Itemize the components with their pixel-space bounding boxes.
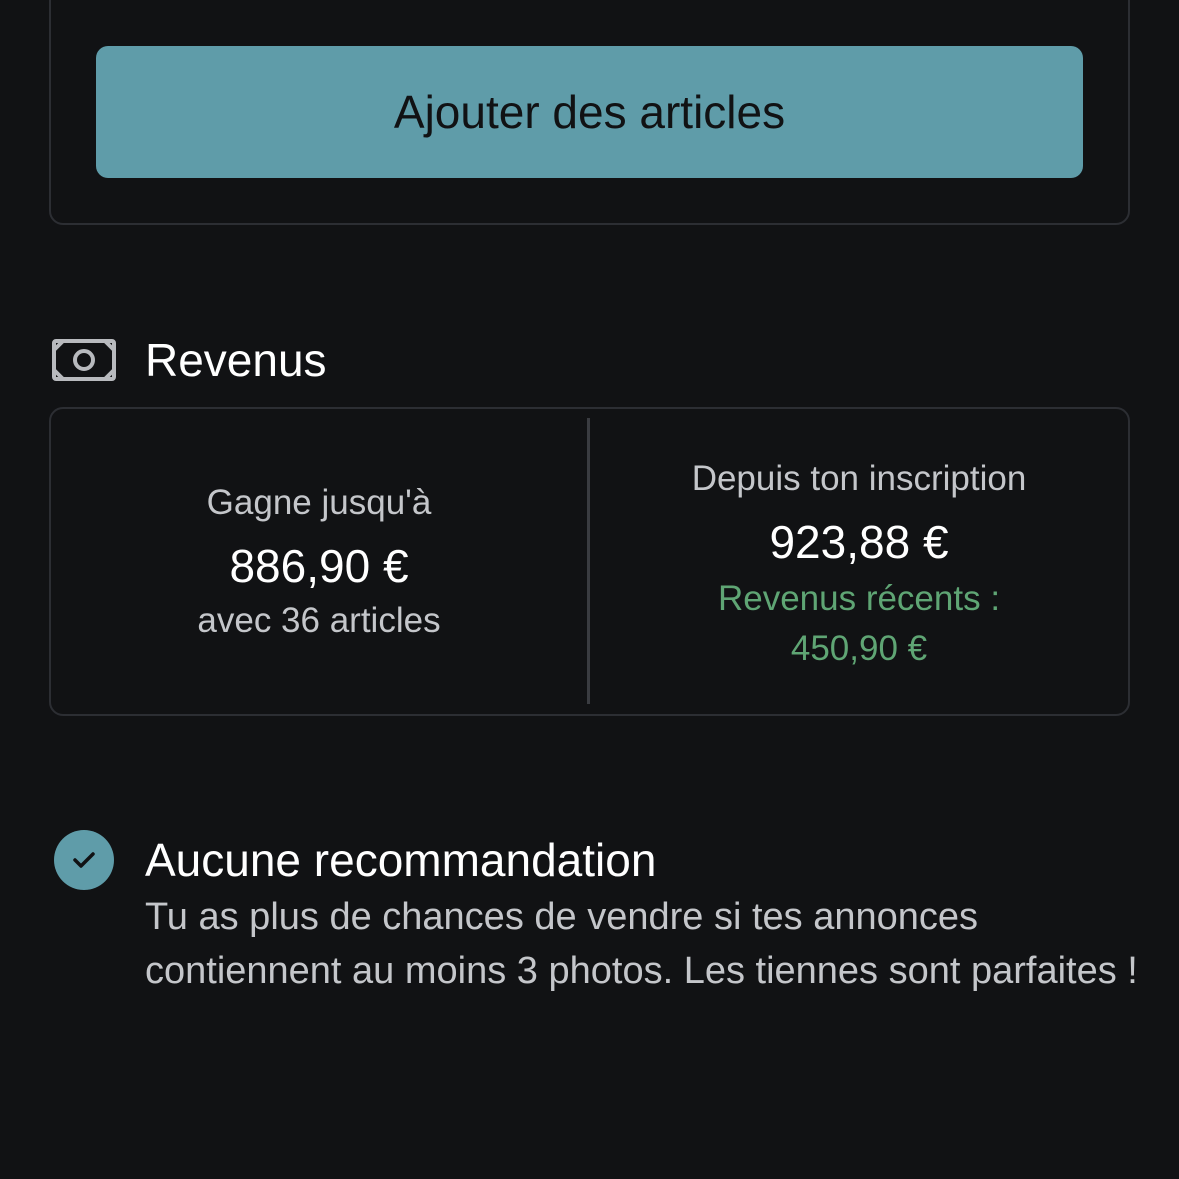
revenus-title: Revenus <box>145 334 327 386</box>
potential-earnings-amount: 886,90 € <box>229 540 409 592</box>
recent-earnings-label: Revenus récents : <box>717 579 1001 618</box>
page: Ajouter des articles Revenus Gagne jusqu… <box>0 0 1179 1179</box>
add-articles-button[interactable]: Ajouter des articles <box>96 46 1083 178</box>
potential-earnings-articles: avec 36 articles <box>197 601 441 640</box>
money-icon <box>51 338 117 382</box>
total-earnings-label: Depuis ton inscription <box>691 459 1027 498</box>
recommendation-text: Tu as plus de chances de vendre si tes a… <box>145 896 1138 992</box>
potential-earnings-label: Gagne jusqu'à <box>206 483 432 522</box>
recommendation-title: Aucune recommandation <box>145 834 657 886</box>
check-circle-icon <box>54 830 114 890</box>
total-earnings: Depuis ton inscription 923,88 € Revenus … <box>590 456 1128 674</box>
recent-earnings-amount: 450,90 € <box>790 629 928 668</box>
revenus-header: Revenus <box>51 330 327 390</box>
total-earnings-amount: 923,88 € <box>769 516 949 568</box>
potential-earnings: Gagne jusqu'à 886,90 € avec 36 articles <box>51 480 587 644</box>
